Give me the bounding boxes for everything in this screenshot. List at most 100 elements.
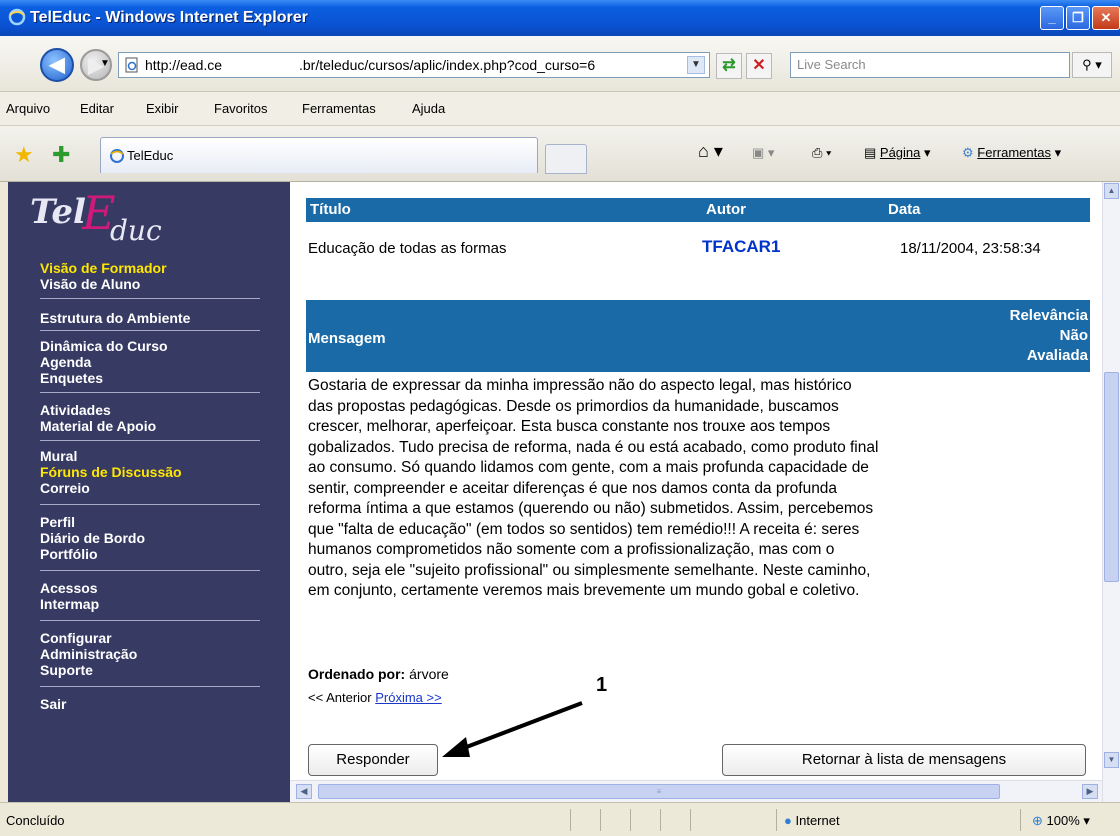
nav-correio[interactable]: Correio <box>40 480 182 496</box>
zoom-control[interactable]: ⊕ 100% ▾ <box>1032 813 1090 829</box>
nav-foruns-discussao[interactable]: Fóruns de Discussão <box>40 464 182 480</box>
scroll-left-icon[interactable]: ◀ <box>296 784 312 799</box>
pager: << Anterior Próxima >> <box>308 690 442 705</box>
nav-material-apoio[interactable]: Material de Apoio <box>40 418 156 434</box>
message-info-header: Título Autor Data <box>306 198 1090 222</box>
nav-enquetes[interactable]: Enquetes <box>40 370 168 386</box>
nav-divider <box>40 620 260 621</box>
message-pane: Título Autor Data Educação de todas as f… <box>290 182 1102 780</box>
nav-estrutura-ambiente[interactable]: Estrutura do Ambiente <box>40 310 190 326</box>
security-zone[interactable]: ● Internet <box>784 813 840 828</box>
relevance-label-line1: Relevância <box>1009 307 1088 324</box>
nav-agenda[interactable]: Agenda <box>40 354 168 370</box>
address-row: ◀ ▶ ▼ http://ead.ce .br/teleduc/cursos/a… <box>0 36 1120 92</box>
status-divider <box>776 809 777 831</box>
minimize-button[interactable]: _ <box>1040 6 1064 30</box>
horizontal-scrollbar[interactable]: ◀ ≡ ▶ <box>290 780 1102 802</box>
address-dropdown-icon[interactable]: ▼ <box>687 56 705 74</box>
status-bar: Concluído ● Internet ⊕ 100% ▾ <box>0 802 1120 836</box>
tab-label: TelEduc <box>127 148 174 163</box>
menu-editar[interactable]: Editar <box>80 101 114 116</box>
search-input[interactable]: Live Search <box>790 52 1070 78</box>
nav-perfil[interactable]: Perfil <box>40 514 145 530</box>
menu-favoritos[interactable]: Favoritos <box>214 101 267 116</box>
relevance-label-line2: Não <box>1059 327 1088 344</box>
scroll-right-icon[interactable]: ▶ <box>1082 784 1098 799</box>
message-line: sentir, compreender e aceitar diferenças… <box>308 479 838 497</box>
status-divider <box>570 809 571 831</box>
nav-divider <box>40 570 260 571</box>
tools-menu-label: Ferramentas <box>977 145 1051 160</box>
status-text: Concluído <box>6 813 65 828</box>
back-button[interactable]: ◀ <box>40 48 74 82</box>
gear-icon: ⚙ <box>962 145 974 160</box>
nav-sair[interactable]: Sair <box>40 696 66 712</box>
reply-button[interactable]: Responder <box>308 744 438 776</box>
message-title: Educação de todas as formas <box>308 240 507 257</box>
add-favorite-icon[interactable]: ✚ <box>52 142 70 168</box>
message-line: gobalizados. Tudo precisa de reforma, na… <box>308 438 879 456</box>
scroll-down-icon[interactable]: ▼ <box>1104 752 1119 768</box>
nav-portfolio[interactable]: Portfólio <box>40 546 145 562</box>
page-icon <box>125 57 138 73</box>
status-divider <box>600 809 601 831</box>
menu-exibir[interactable]: Exibir <box>146 101 179 116</box>
ie-logo-icon <box>8 8 26 26</box>
status-divider <box>630 809 631 831</box>
relevance-label-line3: Avaliada <box>1026 347 1088 364</box>
nav-suporte[interactable]: Suporte <box>40 662 137 678</box>
message-line: ao consumo. Só quando lidamos com gente,… <box>308 459 869 476</box>
vertical-scrollbar[interactable]: ▲ ▼ <box>1102 182 1120 802</box>
scroll-up-icon[interactable]: ▲ <box>1104 183 1119 199</box>
horizontal-scroll-thumb[interactable]: ≡ <box>318 784 1000 799</box>
tools-menu[interactable]: ⚙ Ferramentas ▾ <box>962 145 1061 161</box>
annotation-number: 1 <box>596 674 608 696</box>
nav-intermap[interactable]: Intermap <box>40 596 99 612</box>
page-menu[interactable]: ▤ Página ▾ <box>864 145 931 161</box>
address-bar[interactable]: http://ead.ce .br/teleduc/cursos/aplic/i… <box>118 52 710 78</box>
url-text-path: .br/teleduc/cursos/aplic/index.php?cod_c… <box>299 57 596 73</box>
nav-divider <box>40 330 260 331</box>
menu-bar: Arquivo Editar Exibir Favoritos Ferramen… <box>0 92 1120 126</box>
print-icon[interactable]: ⎙ ▾ <box>812 145 831 161</box>
ie-page-icon <box>110 149 124 163</box>
search-icon[interactable]: ⚲ ▾ <box>1072 52 1112 78</box>
menu-arquivo[interactable]: Arquivo <box>6 101 50 116</box>
teleduc-logo: Tel Educ <box>30 186 162 247</box>
security-zone-label: Internet <box>795 813 840 828</box>
close-button[interactable]: ✕ <box>1092 6 1120 30</box>
menu-ferramentas[interactable]: Ferramentas <box>302 101 376 116</box>
nav-mural[interactable]: Mural <box>40 448 182 464</box>
tab-teleduc[interactable]: TelEduc <box>100 137 538 173</box>
menu-ajuda[interactable]: Ajuda <box>412 101 445 116</box>
nav-visao-aluno[interactable]: Visão de Aluno <box>40 276 167 292</box>
nav-divider <box>40 440 260 441</box>
ordering-value: árvore <box>409 666 449 682</box>
page-menu-label: Página <box>879 145 921 160</box>
nav-atividades[interactable]: Atividades <box>40 402 156 418</box>
vertical-scroll-thumb[interactable] <box>1104 372 1119 582</box>
previous-label: << Anterior <box>308 690 372 705</box>
nav-configurar[interactable]: Configurar <box>40 630 137 646</box>
favorites-star-icon[interactable]: ★ <box>14 142 34 168</box>
refresh-button[interactable]: ⇄ <box>716 53 742 79</box>
maximize-button[interactable]: ❐ <box>1066 6 1090 30</box>
return-to-list-button[interactable]: Retornar à lista de mensagens <box>722 744 1086 776</box>
home-icon[interactable]: ⌂ ▾ <box>698 141 723 162</box>
zoom-level: 100% <box>1046 813 1080 828</box>
nav-dinamica-curso[interactable]: Dinâmica do Curso <box>40 338 168 354</box>
feeds-icon[interactable]: ▣ ▾ <box>752 145 774 161</box>
message-line: outro, seja ele "sujeito profissional" o… <box>308 561 871 579</box>
nav-administracao[interactable]: Administração <box>40 646 137 662</box>
globe-icon: ● <box>784 813 792 828</box>
nav-visao-formador[interactable]: Visão de Formador <box>40 260 167 276</box>
nav-divider <box>40 298 260 299</box>
stop-button[interactable]: ✕ <box>746 53 772 79</box>
message-author-link[interactable]: TFACAR1 <box>702 237 780 257</box>
status-divider <box>1020 809 1021 831</box>
recent-pages-dropdown[interactable]: ▼ <box>100 58 110 69</box>
message-content-header: Mensagem Relevância Não Avaliada <box>306 300 1090 372</box>
nav-acessos[interactable]: Acessos <box>40 580 99 596</box>
nav-diario-bordo[interactable]: Diário de Bordo <box>40 530 145 546</box>
new-tab-button[interactable] <box>545 144 587 174</box>
